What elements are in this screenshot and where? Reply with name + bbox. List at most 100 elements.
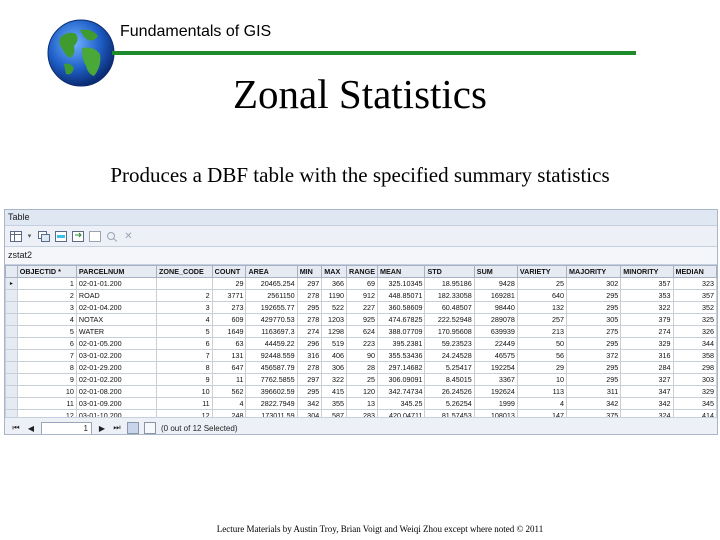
table-cell[interactable]: 169281 (473, 289, 518, 302)
column-header[interactable]: COUNT (211, 265, 247, 278)
table-cell[interactable]: 360.58609 (376, 301, 426, 314)
row-selector[interactable] (5, 349, 18, 362)
table-cell[interactable]: 1190 (321, 289, 348, 302)
table-cell[interactable]: 295 (566, 301, 622, 314)
column-header[interactable]: VARIETY (516, 265, 568, 278)
table-cell[interactable]: 2561150 (245, 289, 298, 302)
table-cell[interactable]: 92448.559 (245, 349, 298, 362)
table-cell[interactable]: 355.53436 (376, 349, 426, 362)
row-selector[interactable]: ▸ (5, 277, 18, 290)
table-cell[interactable]: 192655.77 (245, 301, 298, 314)
table-cell[interactable]: 02-01-01.200 (75, 277, 158, 290)
table-cell[interactable]: 147 (516, 409, 568, 417)
table-cell[interactable]: 342.74734 (376, 385, 426, 398)
table-cell[interactable]: 429770.53 (245, 313, 298, 326)
table-cell[interactable]: 306 (321, 361, 348, 374)
table-cell[interactable]: 12 (16, 409, 77, 417)
column-header[interactable]: MINORITY (620, 265, 674, 278)
table-cell[interactable]: 325 (672, 313, 717, 326)
table-row[interactable]: 4 NOTAX 4 609 429770.53 278 1203 925 474.67825 22… (5, 313, 717, 326)
clear-selection-icon[interactable] (88, 230, 101, 243)
table-cell[interactable]: 912 (346, 289, 378, 302)
table-cell[interactable]: 325.10345 (376, 277, 426, 290)
table-cell[interactable]: 5 (156, 325, 213, 338)
row-selector[interactable] (5, 313, 18, 326)
table-cell[interactable]: 56 (516, 349, 568, 362)
table-cell[interactable]: 278 (296, 313, 323, 326)
table-cell[interactable]: WATER (75, 325, 158, 338)
table-cell[interactable] (156, 277, 213, 290)
table-cell[interactable]: 414 (672, 409, 717, 417)
dropdown-caret-icon[interactable]: ▾ (26, 230, 33, 243)
table-cell[interactable]: 7762.5855 (245, 373, 298, 386)
table-cell[interactable]: 640 (516, 289, 568, 302)
table-cell[interactable]: 2 (16, 289, 77, 302)
row-selector[interactable] (5, 301, 18, 314)
table-cell[interactable]: 448.85071 (376, 289, 426, 302)
table-cell[interactable]: 639939 (473, 325, 518, 338)
table-row[interactable]: 2 ROAD 2 3771 2561150 278 1190 912 448.85071 182.… (5, 289, 717, 302)
table-cell[interactable]: 278 (296, 289, 323, 302)
table-cell[interactable]: 395.2381 (376, 337, 426, 350)
table-cell[interactable]: 3771 (211, 289, 247, 302)
table-cell[interactable]: 322 (620, 301, 674, 314)
table-cell[interactable]: 29 (211, 277, 247, 290)
zoom-to-selected-icon[interactable] (105, 230, 118, 243)
table-cell[interactable]: 303 (672, 373, 717, 386)
attribute-grid[interactable]: OBJECTID * PARCELNUM ZONE_CODE COUNT AREA MIN… (5, 265, 717, 417)
table-cell[interactable]: 587 (321, 409, 348, 417)
table-cell[interactable]: 20465.254 (245, 277, 298, 290)
table-cell[interactable]: 305 (566, 313, 622, 326)
row-selector[interactable] (5, 325, 18, 338)
table-cell[interactable]: 248 (211, 409, 247, 417)
table-cell[interactable]: 9428 (473, 277, 518, 290)
table-row[interactable]: ▸ 1 02-01-01.200 29 20465.254 297 366 69 325.103… (5, 277, 717, 290)
table-cell[interactable]: 192254 (473, 361, 518, 374)
table-cell[interactable]: 170.95608 (424, 325, 475, 338)
table-cell[interactable]: 03-01-10.200 (75, 409, 158, 417)
table-cell[interactable]: 3367 (473, 373, 518, 386)
table-cell[interactable]: 352 (672, 301, 717, 314)
table-cell[interactable]: 295 (296, 301, 323, 314)
column-header[interactable]: STD (424, 265, 475, 278)
table-cell[interactable]: 1999 (473, 397, 518, 410)
table-cell[interactable]: 8.45015 (424, 373, 475, 386)
table-cell[interactable]: 1203 (321, 313, 348, 326)
table-cell[interactable]: 24.24528 (424, 349, 475, 362)
table-cell[interactable]: 192624 (473, 385, 518, 398)
table-cell[interactable]: 50 (516, 337, 568, 350)
table-cell[interactable]: 375 (566, 409, 622, 417)
table-cell[interactable]: 1298 (321, 325, 348, 338)
delete-selected-icon[interactable]: ✕ (122, 230, 135, 243)
column-header[interactable]: MEAN (376, 265, 426, 278)
column-header[interactable]: OBJECTID * (16, 265, 77, 278)
table-cell[interactable]: 8 (16, 361, 77, 374)
table-cell[interactable]: 02-01-04.200 (75, 301, 158, 314)
table-cell[interactable]: 420.04711 (376, 409, 426, 417)
table-cell[interactable]: 297 (296, 373, 323, 386)
table-cell[interactable]: 108013 (473, 409, 518, 417)
table-cell[interactable]: 120 (346, 385, 378, 398)
previous-record-icon[interactable]: ◀ (26, 424, 36, 433)
table-cell[interactable]: 647 (211, 361, 247, 374)
table-cell[interactable]: 02-01-02.200 (75, 373, 158, 386)
table-cell[interactable]: NOTAX (75, 313, 158, 326)
table-cell[interactable]: 81.57453 (424, 409, 475, 417)
table-cell[interactable]: 113 (516, 385, 568, 398)
row-selector[interactable] (5, 373, 18, 386)
table-cell[interactable]: 342 (620, 397, 674, 410)
table-cell[interactable]: 298 (672, 361, 717, 374)
table-cell[interactable]: 4 (156, 313, 213, 326)
select-by-attributes-icon[interactable] (54, 230, 67, 243)
table-cell[interactable]: 609 (211, 313, 247, 326)
table-cell[interactable]: 10 (156, 385, 213, 398)
table-cell[interactable]: 3 (16, 301, 77, 314)
table-cell[interactable]: 366 (321, 277, 348, 290)
table-cell[interactable]: 379 (620, 313, 674, 326)
table-cell[interactable]: 329 (672, 385, 717, 398)
table-cell[interactable]: 396602.59 (245, 385, 298, 398)
record-number-input[interactable]: 1 (41, 421, 92, 434)
table-cell[interactable]: 562 (211, 385, 247, 398)
table-cell[interactable]: 306.09091 (376, 373, 426, 386)
show-selected-records-button[interactable] (144, 422, 156, 434)
